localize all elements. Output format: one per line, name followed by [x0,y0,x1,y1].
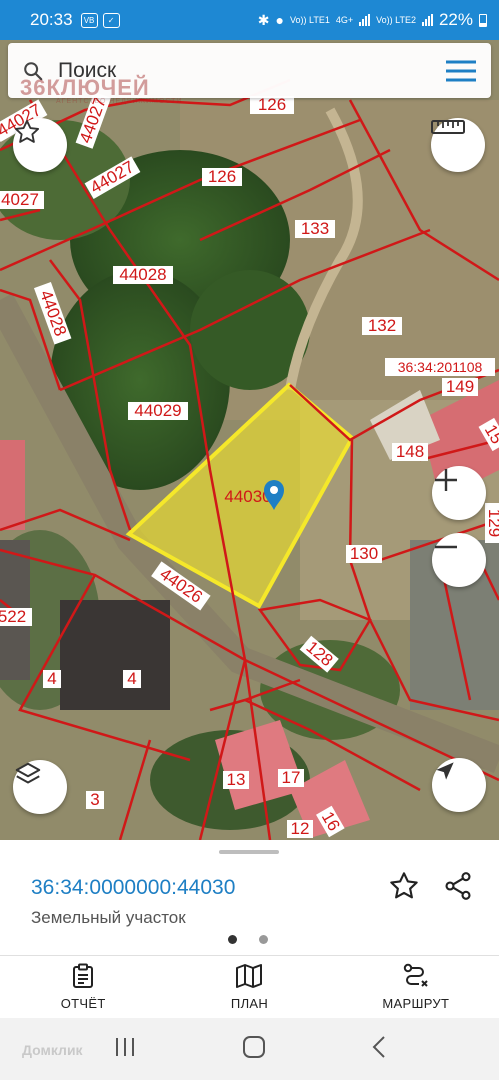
svg-text:149: 149 [446,377,474,396]
svg-text:130: 130 [350,544,378,563]
zoom-out-button[interactable] [432,533,486,587]
status-bar: 20:33 VB ✓ ✱ ● Vo)) LTE1 4G+ Vo)) LTE2 2… [0,0,499,40]
report-icon [73,963,94,988]
parcel-label: 4 [43,669,61,688]
app-watermark: Домклик [22,1042,83,1058]
object-info-sheet[interactable]: 36:34:0000000:44030 Земельный участок [0,840,499,955]
parcel-label: 36:34:201108 [385,358,495,376]
battery-percent: 22% [438,10,473,29]
checkmark-notification-icon: ✓ [102,12,120,28]
map-plan-icon [236,964,263,988]
net1-label: Vo)) LTE1 [289,15,330,25]
hamburger-menu-icon[interactable] [431,43,491,98]
battery-icon [479,13,487,27]
house-roof [60,600,170,710]
house-roof [0,440,25,530]
layers-icon [15,762,41,784]
svg-text:17: 17 [282,768,301,787]
search-icon[interactable] [8,60,58,82]
signal-icon [359,14,371,26]
search-input[interactable]: Поиск [58,59,116,83]
page-dot-active [228,935,237,944]
home-icon [242,1035,265,1058]
plus-icon [435,469,457,491]
layers-button[interactable] [13,760,67,814]
home-button[interactable] [242,1035,266,1064]
parcel-label: 44029 [128,401,188,420]
star-outline-icon [14,119,40,143]
map-canvas: 126 44027 44027 44027 4027 126 133 44028… [0,40,499,840]
favorite-button[interactable] [13,118,67,172]
parcel-label: 126 [202,167,242,186]
cadastral-map[interactable]: 126 44027 44027 44027 4027 126 133 44028… [0,40,499,840]
parcel-label: 4 [123,669,141,688]
svg-text:132: 132 [368,316,396,335]
zoom-in-button[interactable] [432,466,486,520]
svg-text:133: 133 [301,219,329,238]
back-button[interactable] [371,1035,387,1064]
parcel-label: 148 [392,442,428,461]
tab-plan-label: ПЛАН [230,996,269,1011]
bluetooth-icon: ✱ [257,11,270,28]
search-bar[interactable]: Поиск [8,43,491,98]
measure-button[interactable] [431,118,485,172]
svg-text:148: 148 [396,442,424,461]
add-favorite-button[interactable] [386,868,422,904]
tab-report-label: ОТЧЁТ [60,996,106,1011]
share-button[interactable] [440,868,476,904]
parcel-label: 149 [442,377,478,396]
minus-icon [435,545,457,549]
svg-text:44028: 44028 [119,265,166,284]
parcel-label: 4027 [0,190,44,209]
svg-text:4: 4 [127,669,136,688]
parcel-label: 133 [295,219,335,238]
tab-report[interactable]: ОТЧЁТ [0,956,166,1018]
svg-text:3: 3 [90,790,99,809]
svg-text:4: 4 [47,669,56,688]
parcel-label: 12 [287,819,313,838]
vb-notification-icon: VB [80,12,98,28]
parcel-label: 522 [0,607,32,626]
route-icon [403,963,428,987]
tab-route-label: МАРШРУТ [382,996,450,1011]
svg-text:36:34:201108: 36:34:201108 [398,359,483,375]
svg-text:4027: 4027 [1,190,39,209]
page-dot [259,935,268,944]
bottom-tab-bar: ОТЧЁТ ПЛАН МАРШРУТ [0,956,499,1018]
recents-icon [115,1037,134,1056]
svg-text:13: 13 [227,770,246,789]
my-location-button[interactable] [432,758,486,812]
parcel-label: 130 [346,544,382,563]
object-type: Земельный участок [31,908,186,927]
signal-icon-2 [421,14,433,26]
parcel-label: 44028 [113,265,173,284]
tab-plan[interactable]: ПЛАН [166,956,332,1018]
parcel-label: 13 [223,770,249,789]
svg-text:44029: 44029 [134,401,181,420]
parcel-label: 132 [362,316,402,335]
svg-text:129: 129 [485,509,499,537]
parcel-label: 129 [485,503,499,543]
status-indicators: ✱ ● Vo)) LTE1 4G+ Vo)) LTE2 22% [258,10,487,30]
cadastral-number[interactable]: 36:34:0000000:44030 [31,876,235,900]
parcel-label: 3 [86,790,104,809]
location-icon: ● [275,12,284,28]
ruler-icon [431,120,465,134]
back-chevron-icon [372,1035,385,1058]
star-outline-icon [390,872,418,899]
net-type-label: 4G+ [335,15,354,25]
svg-text:126: 126 [208,167,236,186]
status-time: 20:33 [30,10,73,29]
screen: 20:33 VB ✓ ✱ ● Vo)) LTE1 4G+ Vo)) LTE2 2… [0,0,499,1080]
page-indicator [228,935,268,944]
sheet-drag-handle[interactable] [219,850,279,854]
parcel-label: 17 [278,768,304,787]
recent-apps-button[interactable] [113,1036,137,1063]
share-icon [445,872,471,900]
tab-route[interactable]: МАРШРУТ [333,956,499,1018]
svg-text:522: 522 [0,607,26,626]
net2-label: Vo)) LTE2 [376,15,416,25]
svg-text:12: 12 [291,819,310,838]
navigation-arrow-icon [436,762,454,780]
